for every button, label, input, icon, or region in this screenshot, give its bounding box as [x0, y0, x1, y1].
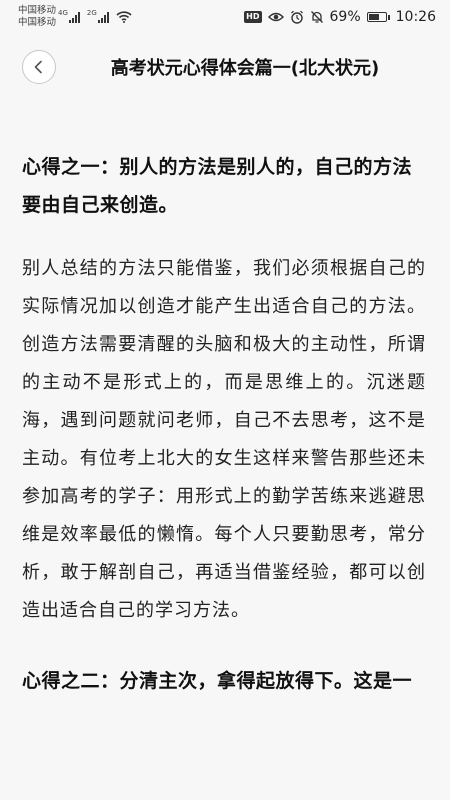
wifi-icon	[116, 11, 132, 23]
clock-time: 10:26	[395, 9, 436, 25]
network-type-1: 4G	[58, 9, 68, 17]
mute-bell-icon	[310, 11, 323, 23]
section-heading-2: 心得之二：分清主次，拿得起放得下。这是一	[22, 670, 413, 692]
network-type-2: 2G	[86, 9, 97, 17]
page-title: 高考状元心得体会篇一(北大状元)	[110, 58, 380, 79]
signal-icon-1	[68, 11, 81, 23]
status-bar: 中国移动 中国移动 4G 2G HD 69% 10:26	[0, 0, 450, 34]
hd-badge: HD	[244, 11, 262, 23]
carrier-2: 中国移动	[18, 17, 57, 28]
battery-icon	[366, 12, 390, 22]
eye-icon	[267, 12, 284, 22]
screen: 中国移动 中国移动 4G 2G HD 69% 10:26 高考状元心得体会篇一(…	[0, 0, 450, 800]
status-left: 中国移动 中国移动 4G 2G	[18, 5, 132, 29]
back-button[interactable]	[22, 50, 56, 84]
paragraph-1: 别人总结的方法只能借鉴，我们必须根据自己的实际情况加以创造才能产生出适合自己的方…	[22, 258, 426, 621]
battery-percent: 69%	[329, 9, 361, 25]
alarm-icon	[290, 10, 303, 24]
signal-icon-2	[97, 11, 110, 23]
carrier-1: 中国移动	[18, 5, 57, 16]
header-bar: 高考状元心得体会篇一(北大状元)	[0, 40, 450, 96]
chevron-left-icon	[34, 60, 42, 74]
article-body[interactable]: 心得之一：别人的方法是别人的，自己的方法要由自己来创造。 别人总结的方法只能借鉴…	[22, 148, 426, 700]
carrier-names: 中国移动 中国移动	[18, 5, 56, 29]
status-right: HD 69% 10:26	[238, 9, 436, 25]
section-heading-1: 心得之一：别人的方法是别人的，自己的方法要由自己来创造。	[22, 156, 413, 216]
